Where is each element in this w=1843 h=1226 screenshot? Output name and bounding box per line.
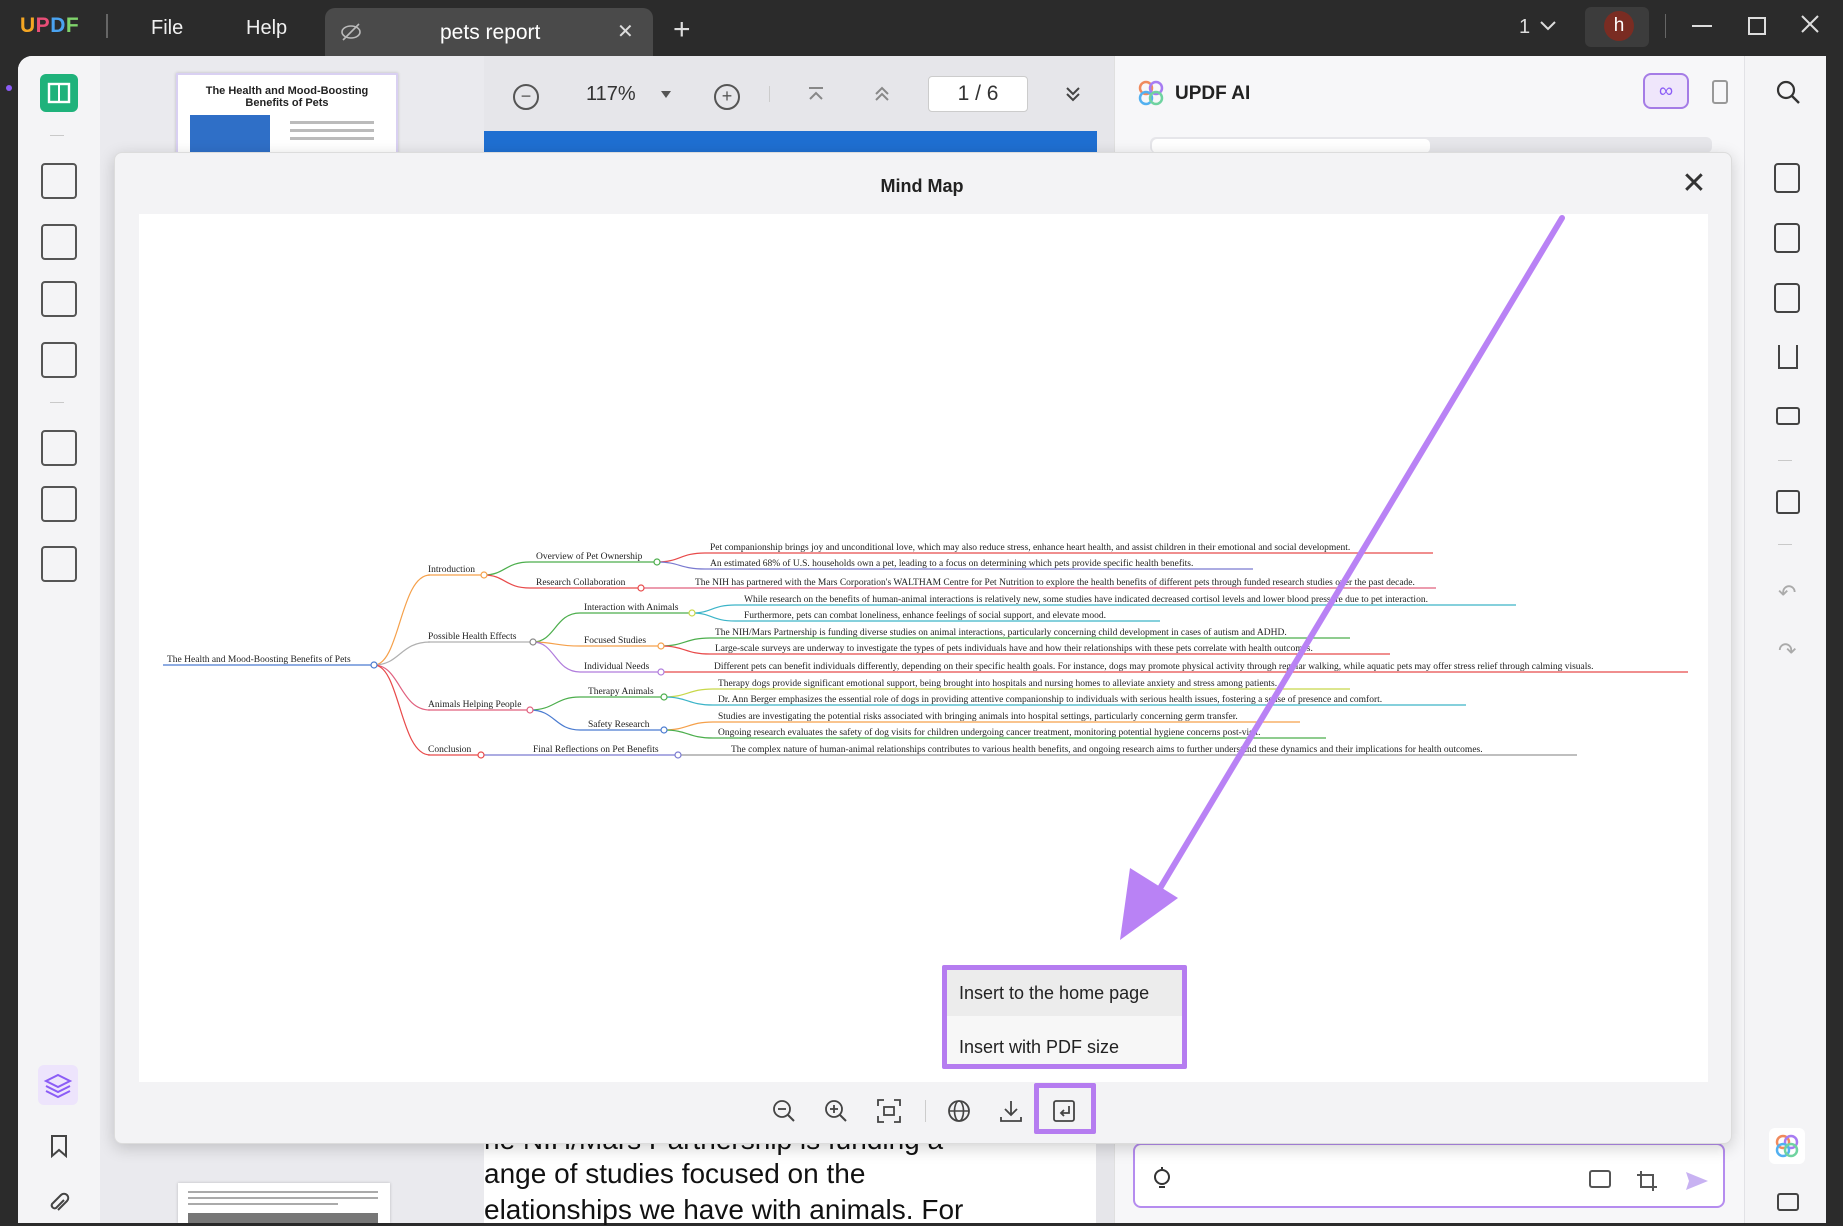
node-dot	[637, 584, 645, 592]
connector	[483, 561, 531, 576]
mind-map-graph: The Health and Mood-Boosting Benefits of…	[163, 543, 1688, 759]
node-dot	[480, 571, 488, 579]
mind-map-leaf: While research on the benefits of human-…	[744, 594, 1428, 605]
mind-map-node: Therapy Animals	[588, 687, 654, 697]
mind-map-leaf: The NIH/Mars Partnership is funding dive…	[715, 627, 1287, 638]
node-dot	[660, 726, 668, 734]
mind-map-root: The Health and Mood-Boosting Benefits of…	[167, 654, 351, 665]
mind-map-node: Final Reflections on Pet Benefits	[533, 744, 659, 755]
mind-map-leaf: An estimated 68% of U.S. households own …	[710, 558, 1193, 569]
node-dot	[674, 751, 682, 759]
menu-item-insert-pdf-size[interactable]: Insert with PDF size	[959, 1037, 1119, 1058]
node-dot	[526, 706, 534, 714]
node-dot	[477, 751, 485, 759]
mind-map-node: Safety Research	[588, 719, 650, 730]
mind-map-node: Research Collaboration	[536, 578, 626, 588]
connector	[532, 612, 581, 643]
mind-map-leaf: Pet companionship brings joy and uncondi…	[710, 543, 1350, 553]
connector	[373, 574, 431, 666]
node-dot	[529, 638, 537, 646]
connector	[691, 612, 736, 622]
mind-map-node: Conclusion	[428, 745, 472, 755]
connector	[532, 641, 581, 673]
mind-map-leaf: The NIH has partnered with the Mars Corp…	[695, 577, 1415, 588]
mind-map-node: Interaction with Animals	[584, 603, 679, 613]
mind-map-leaf: The complex nature of human-animal relat…	[731, 744, 1483, 755]
globe-icon[interactable]	[946, 1098, 972, 1124]
mind-map-leaf: Ongoing research evaluates the safety of…	[718, 727, 1260, 738]
node-dot	[370, 661, 378, 669]
node-dot	[657, 668, 665, 676]
connector	[656, 561, 706, 570]
mind-map-node: Individual Needs	[584, 662, 649, 672]
connector	[691, 604, 736, 614]
connector	[529, 709, 581, 731]
menu-item-insert-home-page[interactable]: Insert to the home page	[959, 983, 1149, 1004]
fit-screen-icon[interactable]	[876, 1098, 902, 1124]
connector	[656, 552, 706, 563]
connector	[660, 645, 711, 655]
mind-map-leaf: Dr. Ann Berger emphasizes the essential …	[718, 694, 1382, 705]
connector	[663, 696, 714, 706]
node-dot	[660, 693, 668, 701]
download-icon[interactable]	[998, 1098, 1024, 1124]
connector	[373, 664, 431, 711]
connector	[663, 729, 714, 739]
zoom-out-icon[interactable]	[771, 1098, 797, 1124]
mind-map-node: Animals Helping People	[428, 700, 521, 710]
mind-map-node: Possible Health Effects	[428, 631, 517, 642]
mind-map-leaf: Therapy dogs provide significant emotion…	[718, 678, 1277, 689]
mind-map-node: Focused Studies	[584, 636, 646, 646]
zoom-in-icon[interactable]	[823, 1098, 849, 1124]
mind-map-leaf: Studies are investigating the potential …	[718, 711, 1238, 722]
connector	[483, 574, 531, 589]
connector	[663, 688, 714, 698]
mind-map-node: Introduction	[428, 565, 475, 575]
connector	[663, 721, 714, 731]
connector	[660, 637, 711, 647]
divider	[925, 1100, 926, 1122]
node-dot	[688, 609, 696, 617]
node-dot	[657, 642, 665, 650]
insert-to-pdf-icon[interactable]	[1051, 1098, 1077, 1124]
node-dot	[653, 558, 661, 566]
mind-map-leaf: Furthermore, pets can combat loneliness,…	[744, 610, 1106, 621]
mind-map-leaf: Different pets can benefit individuals d…	[714, 661, 1593, 672]
mind-map-leaf: Large-scale surveys are underway to inve…	[715, 643, 1313, 654]
connector	[529, 696, 581, 711]
connector	[373, 664, 431, 756]
mind-map-node: Overview of Pet Ownership	[536, 551, 643, 562]
